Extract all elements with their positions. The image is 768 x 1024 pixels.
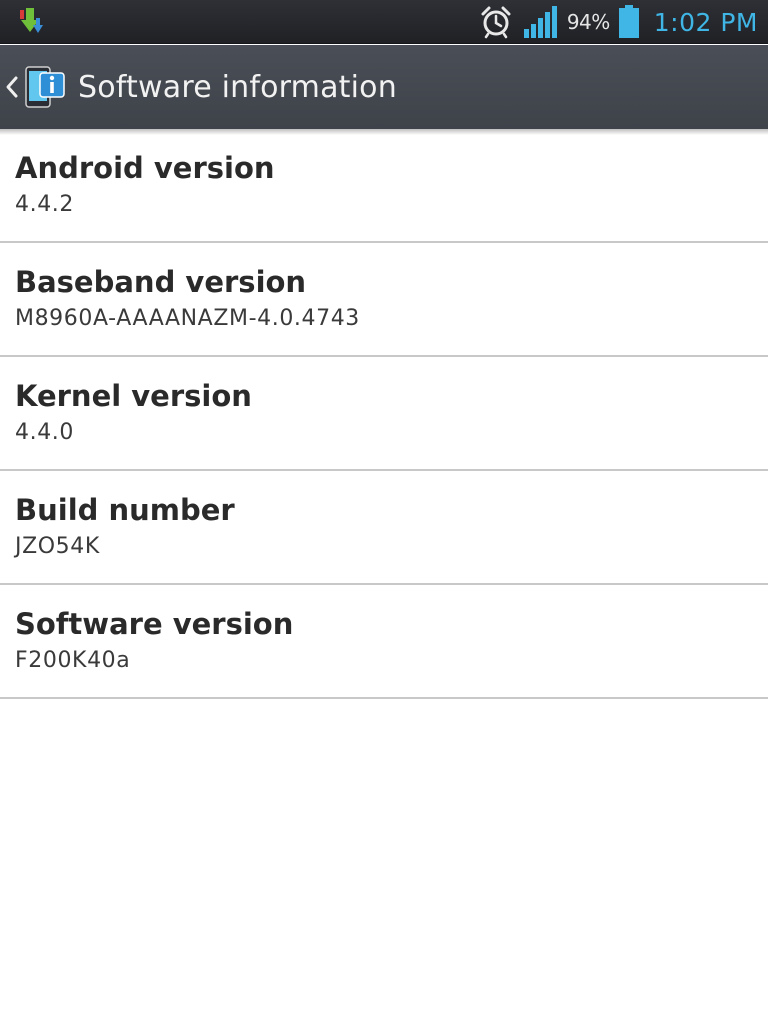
item-value: 4.4.2	[15, 192, 74, 217]
list-item-android-version[interactable]: Android version 4.4.2	[0, 129, 768, 243]
list-item-kernel-version[interactable]: Kernel version 4.4.0	[0, 357, 768, 471]
software-info-icon	[25, 66, 65, 108]
status-bar: 94% 1:02 PM	[0, 0, 768, 44]
item-title: Android version	[15, 151, 275, 185]
list-item-baseband-version[interactable]: Baseband version M8960A-AAAANAZM-4.0.474…	[0, 243, 768, 357]
item-title: Kernel version	[15, 379, 252, 413]
software-info-list: Android version 4.4.2 Baseband version M…	[0, 129, 768, 699]
item-title: Baseband version	[15, 265, 307, 299]
list-item-build-number[interactable]: Build number JZO54K	[0, 471, 768, 585]
item-value: M8960A-AAAANAZM-4.0.4743	[15, 306, 360, 331]
chevron-left-icon	[6, 76, 18, 98]
signal-strength-icon	[523, 6, 557, 38]
battery-percent: 94%	[566, 10, 610, 34]
alarm-clock-icon	[481, 6, 511, 39]
item-value: JZO54K	[15, 534, 100, 559]
action-bar: Software information	[0, 45, 768, 135]
item-title: Build number	[15, 493, 235, 527]
battery-icon	[618, 5, 639, 38]
list-item-software-version[interactable]: Software version F200K40a	[0, 585, 768, 699]
page-title: Software information	[78, 69, 397, 105]
item-title: Software version	[15, 607, 294, 641]
item-value: 4.4.0	[15, 420, 74, 445]
status-icons: 94% 1:02 PM	[479, 0, 758, 44]
up-navigation-button[interactable]: Software information	[0, 45, 397, 129]
download-notification-icon[interactable]	[18, 6, 48, 38]
item-value: F200K40a	[15, 648, 131, 673]
status-clock: 1:02 PM	[653, 7, 758, 37]
